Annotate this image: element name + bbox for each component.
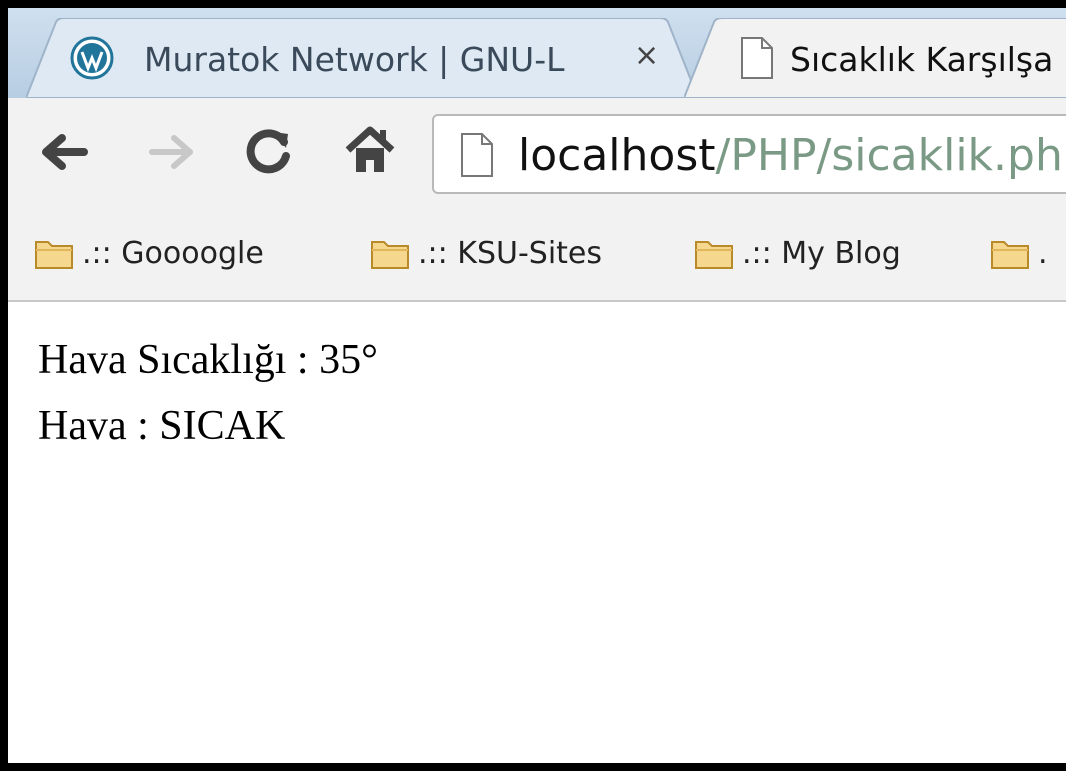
tab-title: Muratok Network | GNU-L <box>144 40 565 79</box>
page-icon <box>460 132 494 182</box>
bookmark-label: .:: Goooogle <box>82 236 264 271</box>
tab-sicaklik[interactable]: Sıcaklık Karşılşa <box>684 18 1066 98</box>
folder-icon <box>694 236 734 274</box>
url-text: localhost/PHP/sicaklik.ph <box>518 130 1063 181</box>
weather-status-text: Hava : SICAK <box>38 403 286 449</box>
bookmarks-bar: .:: Goooogle .:: KSU-Sites .:: My Blog . <box>8 212 1066 302</box>
bookmark-label: .:: My Blog <box>742 236 901 271</box>
url-path: /PHP/sicaklik.ph <box>715 130 1063 181</box>
tab-muratok-network[interactable]: Muratok Network | GNU-L × <box>26 18 698 98</box>
browser-window: Muratok Network | GNU-L × Sıcaklık Karşı… <box>0 0 1066 771</box>
tab-strip: Muratok Network | GNU-L × Sıcaklık Karşı… <box>8 8 1066 98</box>
address-bar[interactable]: localhost/PHP/sicaklik.ph <box>432 114 1066 194</box>
folder-icon <box>370 236 410 274</box>
tab-title: Sıcaklık Karşılşa <box>790 40 1054 79</box>
bookmark-label: . <box>1038 236 1048 271</box>
home-icon[interactable] <box>344 126 396 180</box>
toolbar: localhost/PHP/sicaklik.ph <box>8 98 1066 212</box>
page-content: Hava Sıcaklığı : 35° Hava : SICAK <box>8 302 1066 763</box>
folder-icon <box>34 236 74 274</box>
temperature-text: Hava Sıcaklığı : 35° <box>38 337 378 383</box>
folder-icon <box>990 236 1030 274</box>
bookmark-label: .:: KSU-Sites <box>418 236 603 271</box>
forward-arrow-icon[interactable] <box>148 130 198 178</box>
wordpress-icon <box>70 36 114 84</box>
back-arrow-icon[interactable] <box>38 130 88 178</box>
url-host: localhost <box>518 130 716 181</box>
page-icon <box>740 36 774 84</box>
reload-icon[interactable] <box>244 126 294 180</box>
close-tab-icon[interactable]: × <box>634 38 659 73</box>
